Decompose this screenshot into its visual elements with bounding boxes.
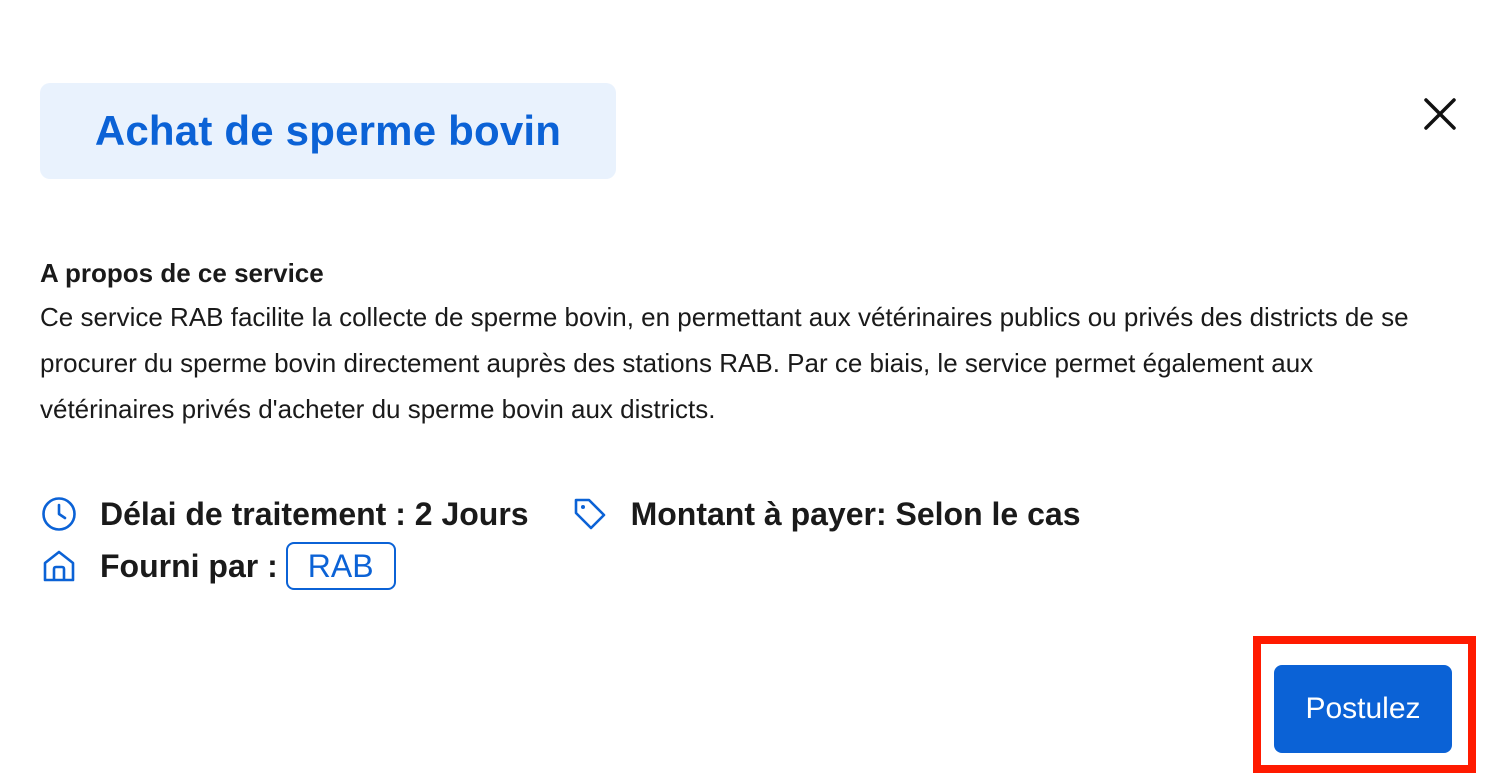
about-description: Ce service RAB facilite la collecte de s… [40, 302, 1409, 424]
apply-button[interactable]: Postulez [1274, 665, 1452, 753]
amount-to-pay: Montant à payer: Selon le cas [571, 495, 1081, 533]
close-icon [1424, 98, 1456, 130]
service-title: Achat de sperme bovin [94, 107, 562, 154]
meta-row-provider: Fourni par : RAB [40, 540, 396, 592]
clock-icon [40, 495, 78, 533]
amount-text: Montant à payer: Selon le cas [630, 495, 1081, 532]
processing-time: Délai de traitement : 2 Jours [40, 495, 529, 533]
tag-icon [571, 495, 609, 533]
meta-row-timing-price: Délai de traitement : 2 Jours Montant à … [40, 488, 1080, 540]
service-modal: Achat de sperme bovin A propos de ce ser… [0, 0, 1510, 780]
about-heading: A propos de ce service [40, 258, 324, 288]
provider-label: Fourni par : [100, 547, 278, 584]
provider-info: Fourni par : RAB [40, 542, 396, 590]
close-button[interactable] [1418, 92, 1462, 136]
home-icon [40, 547, 78, 585]
provider-badge[interactable]: RAB [285, 542, 396, 590]
about-section: A propos de ce service Ce service RAB fa… [40, 252, 1440, 432]
processing-time-text: Délai de traitement : 2 Jours [100, 495, 529, 532]
service-title-chip: Achat de sperme bovin [40, 83, 616, 179]
